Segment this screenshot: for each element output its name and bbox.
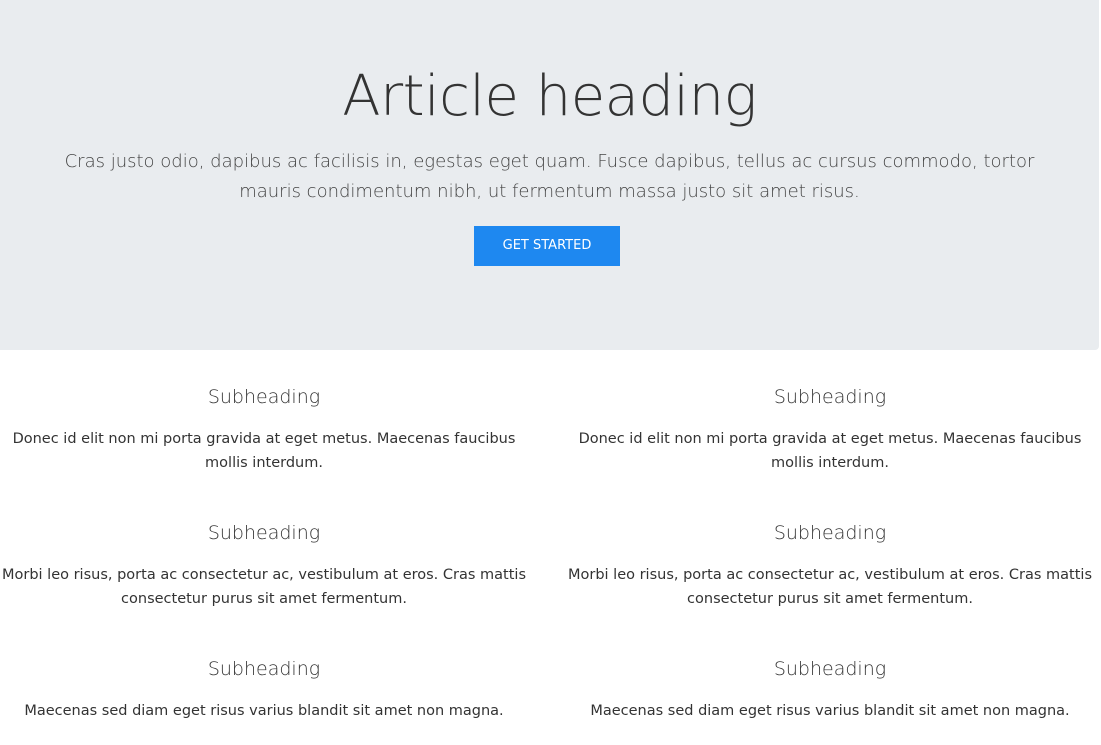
subheading: Subheading (773, 522, 887, 544)
feature-text: Maecenas sed diam eget risus varius blan… (590, 703, 1070, 719)
get-started-button[interactable]: GET STARTED (474, 226, 620, 266)
subheading: Subheading (773, 386, 887, 408)
feature-item: Subheading Maecenas sed diam eget risus … (0, 655, 534, 723)
subheading: Subheading (773, 658, 887, 680)
feature-text: Donec id elit non mi porta gravida at eg… (12, 431, 516, 471)
subheading: Subheading (207, 386, 321, 408)
feature-text: Morbi leo risus, porta ac consectetur ac… (1, 567, 527, 607)
hero-jumbotron: Article heading Cras justo odio, dapibus… (0, 0, 1099, 350)
feature-text: Donec id elit non mi porta gravida at eg… (578, 431, 1082, 471)
article-heading: Article heading (342, 64, 757, 129)
feature-item: Subheading Morbi leo risus, porta ac con… (0, 519, 534, 611)
feature-item: Subheading Morbi leo risus, porta ac con… (560, 519, 1100, 611)
hero-lead-text: Cras justo odio, dapibus ac facilisis in… (64, 151, 1035, 202)
subheading: Subheading (207, 522, 321, 544)
feature-text: Maecenas sed diam eget risus varius blan… (24, 703, 504, 719)
subheading: Subheading (207, 658, 321, 680)
feature-item: Subheading Donec id elit non mi porta gr… (0, 383, 534, 475)
feature-text: Morbi leo risus, porta ac consectetur ac… (567, 567, 1093, 607)
feature-item: Subheading Maecenas sed diam eget risus … (560, 655, 1100, 723)
feature-item: Subheading Donec id elit non mi porta gr… (560, 383, 1100, 475)
